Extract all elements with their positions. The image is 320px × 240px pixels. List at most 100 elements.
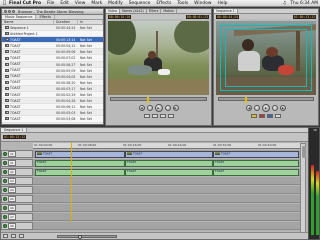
column-in[interactable]: In xyxy=(78,20,103,24)
track-a5-label[interactable]: A5 xyxy=(8,196,16,202)
canvas-duration[interactable]: 00:00:44;24 xyxy=(216,14,240,19)
replace-edit-button[interactable] xyxy=(267,114,273,118)
track-a6-lane[interactable] xyxy=(33,204,301,212)
canvas-play-in-out-button[interactable] xyxy=(254,105,260,111)
track-audible-toggle[interactable] xyxy=(3,224,7,228)
track-v1-lane[interactable]: TOAST TOAST TOAST xyxy=(33,150,301,158)
track-audible-toggle[interactable] xyxy=(3,188,7,192)
menu-view[interactable]: View xyxy=(75,1,85,6)
track-a5-lane[interactable] xyxy=(33,195,301,203)
track-audible-toggle[interactable] xyxy=(3,197,7,201)
viewer-video-frame[interactable] xyxy=(108,21,209,95)
tab-effects[interactable]: Effects xyxy=(36,15,55,19)
canvas-go-to-end-button[interactable]: ▶ xyxy=(280,105,286,111)
minimize-button[interactable] xyxy=(8,10,11,13)
tab-video[interactable]: Video xyxy=(106,9,120,13)
column-name[interactable]: Name xyxy=(2,20,54,24)
track-a6-label[interactable]: A6 xyxy=(8,205,16,211)
tab-stereo[interactable]: Stereo (a1a2) xyxy=(120,9,147,13)
tab-timeline-sequence-1[interactable]: Sequence 1 xyxy=(1,128,28,132)
track-a4-lane[interactable] xyxy=(33,186,301,194)
track-a1-label[interactable]: A1 xyxy=(8,160,16,166)
menu-effects[interactable]: Effects xyxy=(156,1,171,6)
canvas-go-to-start-button[interactable]: ◀ xyxy=(246,105,252,111)
menu-clock[interactable]: Thu 6:34 AM xyxy=(290,1,318,6)
clip-overlays-toggle[interactable] xyxy=(3,234,8,238)
track-a3-label[interactable]: A3 xyxy=(8,178,16,184)
viewer-play-button[interactable]: ▶ xyxy=(154,104,163,112)
mark-in-button[interactable] xyxy=(143,114,150,118)
volume-icon[interactable]: ♫ xyxy=(282,1,286,6)
menu-window[interactable]: Window xyxy=(194,1,211,6)
track-height-toggle[interactable] xyxy=(11,234,16,238)
canvas-video-frame[interactable] xyxy=(216,21,316,95)
track-a8-lane[interactable] xyxy=(33,222,301,230)
add-marker-button[interactable] xyxy=(159,114,166,118)
timeline-clip[interactable]: TOAST xyxy=(35,150,125,158)
timeline-vertical-scrollbar[interactable] xyxy=(300,143,306,235)
viewer-play-in-out-button[interactable] xyxy=(146,105,153,111)
mark-clip-button[interactable] xyxy=(167,114,174,118)
browser-row[interactable]: TOAST 00:00:03;08 Not Set xyxy=(2,116,103,123)
track-a8-label[interactable]: A8 xyxy=(8,223,16,229)
timeline-playhead[interactable] xyxy=(71,142,72,222)
timeline-clip[interactable]: TOAST xyxy=(125,159,213,167)
track-v1-label[interactable]: V1 xyxy=(8,151,16,157)
column-duration[interactable]: Duration xyxy=(54,20,78,24)
insert-edit-button[interactable] xyxy=(251,114,257,118)
canvas-play-button[interactable]: ▶ xyxy=(262,104,270,112)
app-menu[interactable]: Final Cut Pro xyxy=(9,1,41,6)
add-marker-button[interactable] xyxy=(275,114,281,118)
zoom-button[interactable] xyxy=(12,10,15,13)
timeline-clip[interactable]: TOAST xyxy=(35,159,125,167)
tab-filters[interactable]: Filters xyxy=(147,9,162,13)
timeline-current-timecode[interactable]: 01:00:13;12 xyxy=(3,135,27,139)
menu-modify[interactable]: Modify xyxy=(108,1,123,6)
track-audible-toggle[interactable] xyxy=(3,215,7,219)
overwrite-edit-button[interactable] xyxy=(259,114,265,118)
menu-help[interactable]: Help xyxy=(217,1,227,6)
menu-tools[interactable]: Tools xyxy=(177,1,188,6)
track-audible-toggle[interactable] xyxy=(3,179,7,183)
canvas-current-timecode[interactable]: 01:00:13;12 xyxy=(292,14,316,19)
viewer-duration[interactable]: 00:00:10;10 xyxy=(108,14,132,19)
timeline-clip[interactable]: TOAST xyxy=(213,150,299,158)
timeline-clip[interactable]: TOAST xyxy=(213,168,299,176)
tab-motion[interactable]: Motion xyxy=(161,9,178,13)
track-a2-lane[interactable]: TOAST TOAST TOAST xyxy=(33,168,301,176)
track-a7-label[interactable]: A7 xyxy=(8,214,16,220)
track-audible-toggle[interactable] xyxy=(3,206,7,210)
timeline-ruler[interactable]: 01:00:00;00 01:00:08;00 01:00:16;00 01:0… xyxy=(33,143,301,149)
viewer-play-around-button[interactable] xyxy=(164,105,171,111)
track-audible-toggle[interactable] xyxy=(3,170,7,174)
track-a7-lane[interactable] xyxy=(33,213,301,221)
menu-sequence[interactable]: Sequence xyxy=(129,1,151,6)
timeline-clip[interactable]: TOAST xyxy=(213,159,299,167)
track-a3-lane[interactable] xyxy=(33,177,301,185)
menu-edit[interactable]: Edit xyxy=(60,1,69,6)
viewer-go-to-start-button[interactable]: ◀ xyxy=(138,105,145,111)
track-a2-label[interactable]: A2 xyxy=(8,169,16,175)
menu-mark[interactable]: Mark xyxy=(91,1,102,6)
timeline-clip[interactable]: TOAST xyxy=(125,150,213,158)
timeline-zoom-slider[interactable] xyxy=(57,234,117,239)
tab-sequence-1[interactable]: Sequence 1 xyxy=(214,9,238,13)
canvas-scrubber[interactable] xyxy=(218,97,314,103)
browser-row-label: TOAST xyxy=(10,74,21,79)
track-a4-label[interactable]: A4 xyxy=(8,187,16,193)
mark-out-button[interactable] xyxy=(151,114,158,118)
viewer-current-timecode[interactable]: 00:00:01;23 xyxy=(185,14,209,19)
canvas-play-around-button[interactable] xyxy=(272,105,278,111)
timeline-clip[interactable]: TOAST xyxy=(125,168,213,176)
timeline-clip[interactable]: TOAST xyxy=(35,168,125,176)
menu-file[interactable]: File xyxy=(47,1,54,6)
tab-music-sequence[interactable]: Music Sequence xyxy=(2,15,37,19)
snapping-toggle[interactable] xyxy=(19,234,24,238)
track-visibility-toggle[interactable] xyxy=(3,152,7,156)
viewer-go-to-end-button[interactable]: ▶ xyxy=(172,105,179,111)
close-button[interactable] xyxy=(4,10,7,13)
track-audible-toggle[interactable] xyxy=(3,161,7,165)
viewer-scrubber[interactable] xyxy=(110,97,207,103)
track-a1-lane[interactable]: TOAST TOAST TOAST xyxy=(33,159,301,167)
apple-menu-icon[interactable]:  xyxy=(0,0,9,6)
